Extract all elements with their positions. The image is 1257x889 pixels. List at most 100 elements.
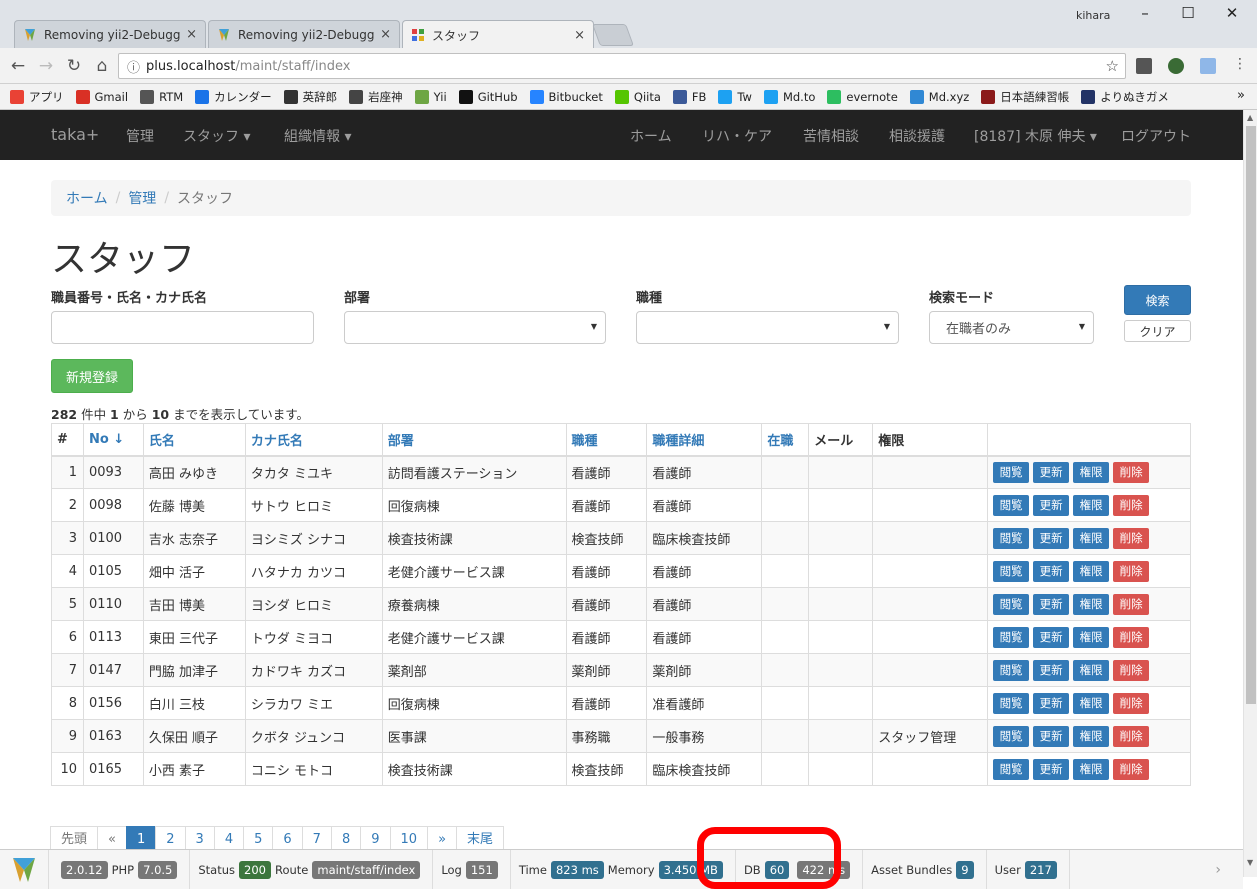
col-header-job-detail[interactable]: 職種詳細	[646, 423, 763, 457]
breadcrumb-admin-link[interactable]: 管理	[128, 188, 156, 208]
mode-select[interactable]: 在職者のみ ▼	[929, 311, 1094, 344]
bookmark-item[interactable]: Tw	[718, 89, 752, 104]
delete-button[interactable]: 削除	[1113, 461, 1150, 483]
view-button[interactable]: 閲覧	[993, 560, 1030, 582]
delete-button[interactable]: 削除	[1113, 659, 1150, 681]
bookmark-item[interactable]: FB	[672, 89, 706, 104]
update-button[interactable]: 更新	[1033, 461, 1070, 483]
bookmark-star-icon[interactable]: ☆	[1106, 57, 1119, 75]
jetbrains-extension-icon[interactable]	[1136, 58, 1152, 74]
page-scrollbar[interactable]: ▲ ▼	[1243, 110, 1257, 877]
bookmark-item[interactable]: RTM	[140, 89, 183, 104]
address-bar[interactable]: ⓘ plus.localhost/maint/staff/index ☆	[118, 53, 1126, 79]
bookmark-item[interactable]: Md.to	[763, 89, 815, 104]
forward-icon[interactable]: →	[34, 56, 58, 76]
nav-item-organization-dropdown[interactable]: 組織情報 ▾	[284, 126, 351, 146]
bookmark-item[interactable]: 日本語練習帳	[981, 89, 1069, 105]
bookmark-item[interactable]: Gmail	[75, 89, 128, 104]
dept-select[interactable]: ▼	[344, 311, 606, 344]
delete-button[interactable]: 削除	[1113, 527, 1150, 549]
scrollbar-thumb[interactable]	[1246, 126, 1256, 704]
bookmarks-overflow-icon[interactable]: »	[1237, 88, 1245, 103]
delete-button[interactable]: 削除	[1113, 758, 1150, 780]
update-button[interactable]: 更新	[1033, 725, 1070, 747]
view-button[interactable]: 閲覧	[993, 527, 1030, 549]
delete-button[interactable]: 削除	[1113, 494, 1150, 516]
update-button[interactable]: 更新	[1033, 758, 1070, 780]
keyword-input[interactable]	[51, 311, 314, 344]
brand-logo[interactable]: taka+	[51, 125, 99, 144]
permission-button[interactable]: 権限	[1073, 659, 1110, 681]
browser-tab-1[interactable]: Removing yii2-Debuggin ×	[14, 20, 206, 48]
dropbox-extension-icon[interactable]	[1200, 58, 1216, 74]
sort-active-link[interactable]: 在職	[767, 434, 793, 449]
view-button[interactable]: 閲覧	[993, 659, 1030, 681]
sort-job-link[interactable]: 職種	[572, 434, 598, 449]
col-header-job[interactable]: 職種	[565, 423, 648, 457]
view-button[interactable]: 閲覧	[993, 593, 1030, 615]
update-button[interactable]: 更新	[1033, 626, 1070, 648]
bookmark-item[interactable]: Bitbucket	[529, 89, 603, 104]
update-button[interactable]: 更新	[1033, 494, 1070, 516]
nav-item-consultation[interactable]: 相談援護	[889, 126, 945, 146]
browser-tab-2[interactable]: Removing yii2-Debuggin ×	[208, 20, 400, 48]
search-button[interactable]: 検索	[1124, 285, 1191, 315]
clear-button[interactable]: クリア	[1124, 320, 1191, 342]
reload-icon[interactable]: ↻	[62, 56, 86, 76]
browser-menu-icon[interactable]: ⋮	[1228, 56, 1252, 72]
sort-no-link[interactable]: No ↓	[89, 432, 124, 447]
sort-kana-link[interactable]: カナ氏名	[251, 434, 303, 449]
nav-item-logout[interactable]: ログアウト	[1121, 126, 1191, 146]
delete-button[interactable]: 削除	[1113, 626, 1150, 648]
tab-close-icon[interactable]: ×	[574, 28, 585, 43]
col-header-kana[interactable]: カナ氏名	[244, 423, 383, 457]
scroll-down-icon[interactable]: ▼	[1247, 858, 1253, 867]
tab-close-icon[interactable]: ×	[380, 27, 391, 42]
delete-button[interactable]: 削除	[1113, 725, 1150, 747]
update-button[interactable]: 更新	[1033, 659, 1070, 681]
permission-button[interactable]: 権限	[1073, 494, 1110, 516]
permission-button[interactable]: 権限	[1073, 758, 1110, 780]
window-close-button[interactable]: ✕	[1212, 4, 1252, 22]
col-header-active[interactable]: 在職	[761, 423, 810, 457]
update-button[interactable]: 更新	[1033, 692, 1070, 714]
new-tab-button[interactable]	[591, 24, 635, 46]
job-select[interactable]: ▼	[636, 311, 899, 344]
permission-button[interactable]: 権限	[1073, 725, 1110, 747]
sort-dept-link[interactable]: 部署	[388, 434, 414, 449]
bookmark-item[interactable]: Md.xyz	[909, 89, 969, 104]
permission-button[interactable]: 権限	[1073, 560, 1110, 582]
update-button[interactable]: 更新	[1033, 527, 1070, 549]
debug-version-panel[interactable]: 2.0.12 PHP 7.0.5	[49, 849, 191, 889]
bookmark-item[interactable]: Qiita	[614, 89, 661, 104]
debug-collapse-chevron-icon[interactable]: ›	[1215, 862, 1221, 878]
breadcrumb-home-link[interactable]: ホーム	[66, 188, 108, 208]
view-button[interactable]: 閲覧	[993, 494, 1030, 516]
window-minimize-button[interactable]: –	[1125, 4, 1165, 22]
nav-item-home[interactable]: ホーム	[630, 126, 672, 146]
permission-button[interactable]: 権限	[1073, 527, 1110, 549]
col-header-name[interactable]: 氏名	[142, 423, 246, 457]
browser-profile-name[interactable]: kihara	[1076, 9, 1110, 22]
bookmark-item[interactable]: カレンダー	[195, 89, 272, 105]
browser-tab-3-active[interactable]: スタッフ ×	[402, 20, 594, 49]
window-maximize-button[interactable]: ☐	[1168, 4, 1208, 22]
view-button[interactable]: 閲覧	[993, 461, 1030, 483]
nav-item-complaints[interactable]: 苦情相談	[803, 126, 859, 146]
permission-button[interactable]: 権限	[1073, 626, 1110, 648]
view-button[interactable]: 閲覧	[993, 692, 1030, 714]
sort-job-detail-link[interactable]: 職種詳細	[652, 434, 704, 449]
bookmark-item[interactable]: よりぬきガメ	[1081, 89, 1169, 105]
delete-button[interactable]: 削除	[1113, 593, 1150, 615]
nav-item-staff-dropdown[interactable]: スタッフ ▾	[183, 126, 250, 146]
bookmark-item[interactable]: evernote	[827, 89, 898, 104]
delete-button[interactable]: 削除	[1113, 692, 1150, 714]
view-button[interactable]: 閲覧	[993, 725, 1030, 747]
site-info-icon[interactable]: ⓘ	[127, 57, 140, 76]
debug-assets-panel[interactable]: Asset Bundles 9	[863, 849, 987, 889]
delete-button[interactable]: 削除	[1113, 560, 1150, 582]
new-registration-button[interactable]: 新規登録	[51, 359, 133, 393]
home-icon[interactable]: ⌂	[90, 56, 114, 76]
back-icon[interactable]: ←	[6, 56, 30, 76]
sort-name-link[interactable]: 氏名	[149, 434, 175, 449]
